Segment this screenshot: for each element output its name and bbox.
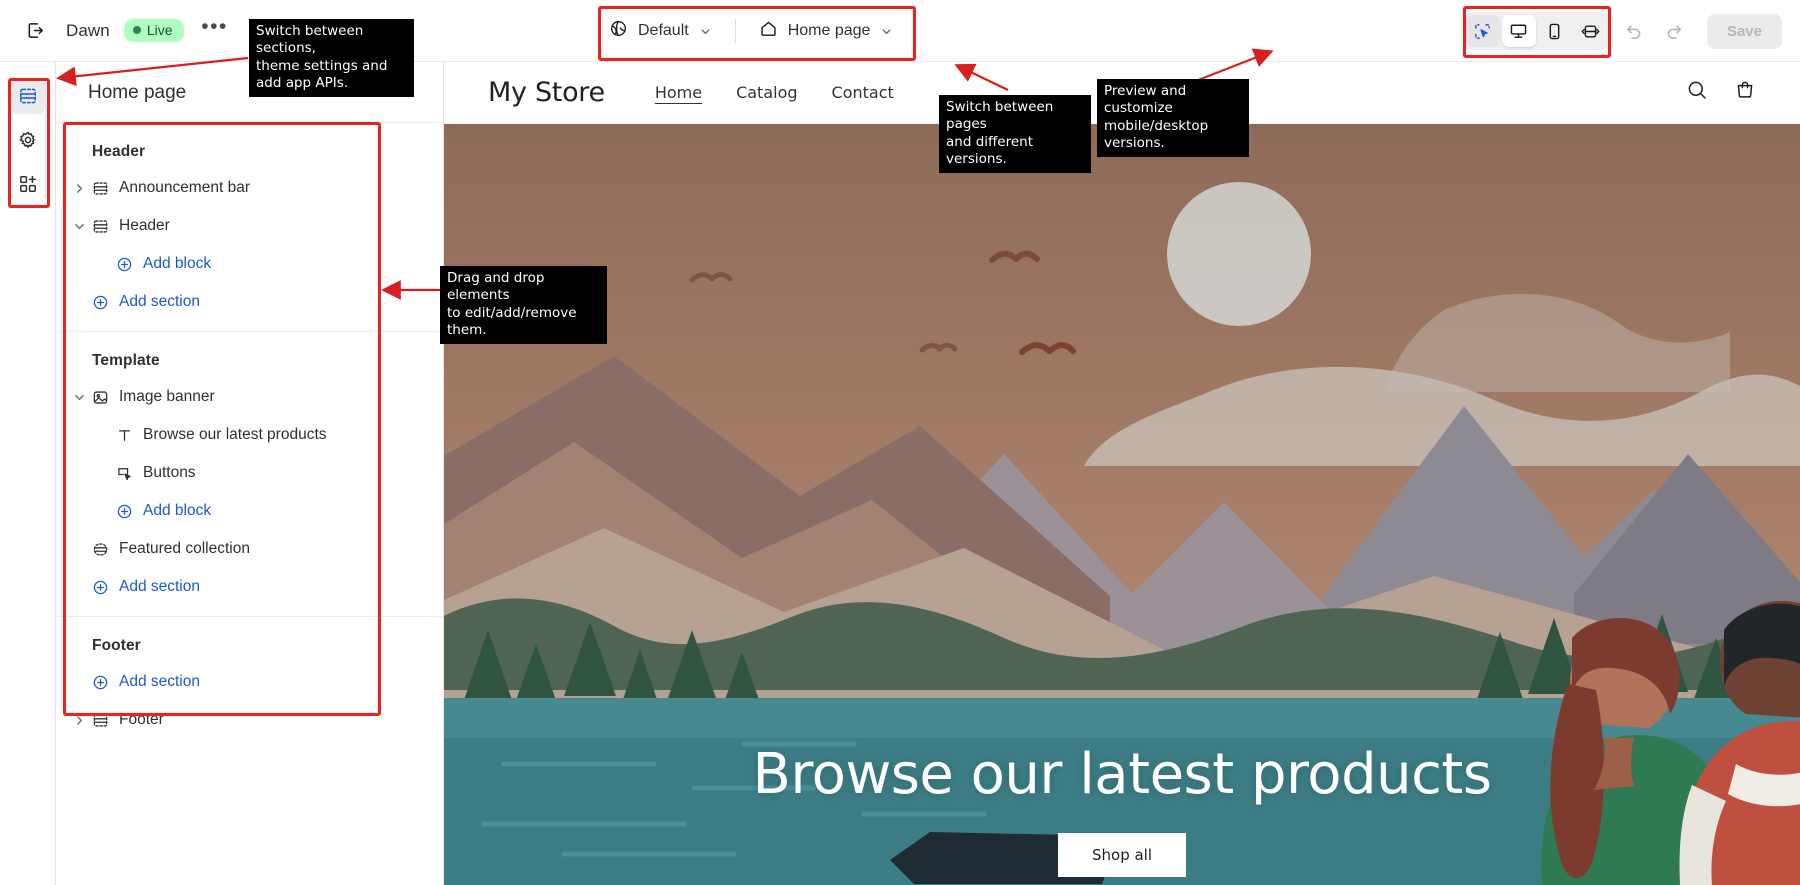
plus-circle-icon bbox=[92, 294, 109, 311]
collection-icon bbox=[92, 541, 109, 558]
cart-icon[interactable] bbox=[1734, 79, 1756, 106]
sidebar-item-label: Add block bbox=[143, 502, 212, 519]
sidebar-add-block-button[interactable]: Add block bbox=[56, 492, 443, 530]
theme-name: Dawn bbox=[66, 20, 110, 40]
status-dot-icon bbox=[132, 26, 141, 34]
chevron-down-icon[interactable] bbox=[72, 390, 86, 404]
more-options-button[interactable]: ••• bbox=[198, 14, 232, 48]
store-preview: My Store Home Catalog Contact Browse our… bbox=[444, 62, 1800, 885]
store-nav-link-contact[interactable]: Contact bbox=[832, 83, 894, 102]
sidebar-item-buttons[interactable]: Buttons bbox=[56, 454, 443, 492]
plus-circle-icon bbox=[92, 579, 109, 596]
sidebar-item-featured-collection[interactable]: Featured collection bbox=[56, 530, 443, 568]
inspect-icon[interactable] bbox=[1465, 15, 1500, 47]
sidebar-item-label: Announcement bar bbox=[119, 179, 250, 196]
hero-banner: Browse our latest products Shop all bbox=[444, 124, 1800, 885]
sidebar-add-block-button[interactable]: Add block bbox=[56, 245, 443, 283]
search-icon[interactable] bbox=[1686, 79, 1708, 106]
text-icon bbox=[116, 427, 133, 444]
sidebar-item-label: Add block bbox=[143, 255, 212, 272]
sidebar-group-label: Footer bbox=[92, 637, 141, 654]
sidebar-item-label: Add section bbox=[119, 578, 200, 595]
store-actions bbox=[1686, 79, 1756, 106]
sidebar-item-label: Buttons bbox=[143, 464, 196, 481]
mobile-icon[interactable] bbox=[1538, 15, 1572, 47]
desktop-icon[interactable] bbox=[1501, 15, 1536, 47]
undo-icon[interactable] bbox=[1617, 14, 1651, 48]
device-toggle-group bbox=[1462, 12, 1611, 50]
hero-title: Browse our latest products bbox=[752, 742, 1492, 807]
section-icon bbox=[92, 218, 109, 235]
sidebar-item-label: Footer bbox=[119, 711, 164, 728]
sidebar-group-label: Template bbox=[92, 352, 160, 369]
page-selector[interactable]: Home page bbox=[746, 11, 907, 51]
store-logo[interactable]: My Store bbox=[488, 77, 605, 108]
home-icon bbox=[759, 19, 778, 43]
tooltip-sections: Switch between sections, theme settings … bbox=[249, 19, 414, 98]
store-nav: Home Catalog Contact bbox=[655, 83, 894, 102]
chevron-right-icon[interactable] bbox=[72, 713, 86, 727]
sidebar-item-announcement-bar[interactable]: Announcement bar bbox=[56, 169, 443, 207]
top-bar-center: Default Home page bbox=[596, 6, 906, 56]
globe-icon bbox=[609, 19, 628, 43]
sections-sidebar: Home page Header Announcement bar Header Ad… bbox=[56, 62, 444, 885]
sidebar-item-footer[interactable]: Footer bbox=[56, 701, 443, 739]
sidebar-item-image-banner[interactable]: Image banner bbox=[56, 378, 443, 416]
chevron-down-icon[interactable] bbox=[72, 219, 86, 233]
sidebar-item-label: Image banner bbox=[119, 388, 215, 405]
status-badge: Live bbox=[123, 19, 184, 42]
store-nav-link-catalog[interactable]: Catalog bbox=[736, 83, 797, 102]
sidebar-item-label: Browse our latest products bbox=[143, 426, 327, 443]
toolbar-divider bbox=[734, 19, 736, 43]
fullwidth-icon[interactable] bbox=[1574, 15, 1608, 47]
locale-selector[interactable]: Default bbox=[596, 11, 725, 51]
chevron-down-icon bbox=[699, 25, 712, 38]
left-icon-rail bbox=[0, 62, 56, 885]
image-icon bbox=[92, 389, 109, 406]
page-label: Home page bbox=[787, 22, 871, 39]
tooltip-pages: Switch between pages and different versi… bbox=[939, 95, 1091, 174]
redo-icon[interactable] bbox=[1657, 14, 1691, 48]
chevron-down-icon bbox=[880, 25, 893, 38]
plus-circle-icon bbox=[116, 256, 133, 273]
more-dots-icon: ••• bbox=[201, 14, 228, 38]
sidebar-add-section-button[interactable]: Add section bbox=[56, 283, 443, 321]
tooltip-drag-drop: Drag and drop elements to edit/add/remov… bbox=[440, 266, 607, 345]
sidebar-group: Footer Add section Footer bbox=[56, 616, 443, 749]
tooltip-devices: Preview and customize mobile/desktop ver… bbox=[1097, 79, 1249, 158]
button-icon bbox=[116, 465, 133, 482]
gear-icon[interactable] bbox=[10, 122, 46, 158]
status-badge-label: Live bbox=[146, 22, 173, 38]
section-icon bbox=[92, 712, 109, 729]
sidebar-item-label: Header bbox=[119, 217, 170, 234]
sidebar-group: Header Announcement bar Header Add block Add… bbox=[56, 122, 443, 331]
sidebar-item-label: Add section bbox=[119, 293, 200, 310]
sidebar-group: Template Image banner Browse our latest pr… bbox=[56, 331, 443, 616]
exit-icon[interactable] bbox=[18, 14, 52, 48]
sidebar-group-label: Header bbox=[92, 143, 146, 160]
locale-label: Default bbox=[638, 22, 689, 39]
sidebar-item-label: Add section bbox=[119, 673, 200, 690]
hero-cta-button[interactable]: Shop all bbox=[1057, 833, 1187, 877]
sidebar-add-section-button[interactable]: Add section bbox=[56, 568, 443, 606]
plus-circle-icon bbox=[92, 674, 109, 691]
apps-grid-icon[interactable] bbox=[10, 166, 46, 202]
top-bar-right: Save bbox=[1462, 0, 1782, 62]
sidebar-item-label: Featured collection bbox=[119, 540, 250, 557]
sidebar-tree: Header Announcement bar Header Add block Add… bbox=[56, 122, 443, 749]
section-icon bbox=[92, 180, 109, 197]
sidebar-item-header[interactable]: Header bbox=[56, 207, 443, 245]
chevron-right-icon[interactable] bbox=[72, 181, 86, 195]
sidebar-add-section-button[interactable]: Add section bbox=[56, 663, 443, 701]
plus-circle-icon bbox=[116, 503, 133, 520]
store-nav-link-home[interactable]: Home bbox=[655, 83, 702, 102]
sections-icon[interactable] bbox=[9, 78, 46, 114]
theme-editor-window: Dawn Live ••• Default Home page Save Hom… bbox=[0, 0, 1800, 885]
save-button[interactable]: Save bbox=[1706, 13, 1782, 49]
sidebar-item-browse-our-latest-products[interactable]: Browse our latest products bbox=[56, 416, 443, 454]
